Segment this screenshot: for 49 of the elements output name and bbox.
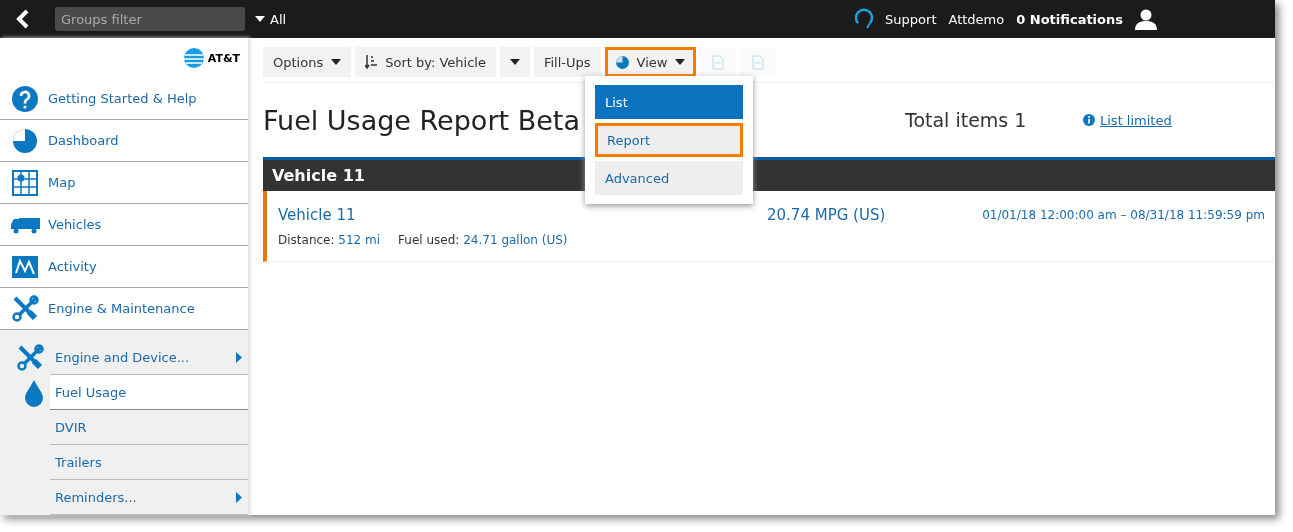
sort-icon	[365, 55, 378, 69]
caret-icon	[255, 16, 265, 22]
groups-filter-field[interactable]: Groups filter	[55, 7, 245, 31]
groups-scope[interactable]: All	[270, 11, 287, 27]
sidebar-item[interactable]: Vehicles	[0, 204, 248, 246]
caret-icon	[509, 59, 520, 65]
list-limited-link[interactable]: List limited	[1100, 112, 1172, 128]
pie-chart-icon	[615, 55, 629, 69]
tools-icon	[17, 344, 44, 371]
caret-icon	[331, 59, 342, 65]
sidebar-item[interactable]: Map	[0, 162, 248, 204]
help-icon	[12, 85, 38, 112]
fuel-used-text: Fuel used: 24.71 gallon (US)	[398, 232, 568, 247]
distance-text: Distance: 512 mi	[278, 232, 381, 247]
submenu-item[interactable]: Reminders...	[50, 480, 248, 515]
drop-icon	[24, 378, 44, 407]
tools-icon	[11, 295, 39, 322]
submenu-item[interactable]: Trailers	[50, 445, 248, 480]
support-link[interactable]: Support	[885, 11, 937, 27]
sidebar-item[interactable]: Activity	[0, 246, 248, 288]
user-icon[interactable]	[1135, 8, 1157, 30]
sort-button[interactable]: Sort by: Vehicle	[355, 47, 496, 77]
sort-dropdown-button[interactable]	[499, 47, 530, 77]
account-name[interactable]: Attdemo	[948, 11, 1005, 27]
total-items: Total items 1	[905, 109, 1028, 131]
activity-icon	[12, 255, 38, 278]
options-button[interactable]: Options	[263, 47, 352, 77]
view-button[interactable]: View	[604, 47, 697, 77]
headset-icon	[855, 8, 874, 30]
sidebar-item[interactable]: Dashboard	[0, 120, 248, 162]
sidebar-item[interactable]: Getting Started & Help	[0, 78, 248, 120]
brand-name: AT&T	[207, 51, 240, 65]
submenu-item[interactable]: Fuel Usage	[50, 375, 248, 410]
globe-logo-icon	[183, 48, 204, 68]
info-icon	[1083, 114, 1095, 126]
pie-chart-icon	[12, 127, 38, 154]
notifications-link[interactable]: 0 Notifications	[1016, 11, 1123, 27]
menu-item[interactable]: Advanced	[595, 161, 743, 195]
page-title: Fuel Usage Report Beta	[263, 104, 581, 136]
vehicle-name[interactable]: Vehicle 11	[278, 205, 767, 224]
menu-item[interactable]: List	[595, 85, 743, 119]
truck-icon	[10, 215, 40, 234]
menu-item[interactable]: Report	[595, 123, 743, 157]
fill-ups-button[interactable]: Fill-Ups	[533, 47, 601, 77]
date-range: 01/01/18 12:00:00 am – 08/31/18 11:59:59 pm	[982, 207, 1265, 222]
fuel-economy: 20.74 MPG (US)	[767, 205, 887, 224]
caret-icon	[675, 59, 686, 65]
map-icon	[12, 169, 38, 196]
submenu-item[interactable]: DVIR	[50, 410, 248, 445]
